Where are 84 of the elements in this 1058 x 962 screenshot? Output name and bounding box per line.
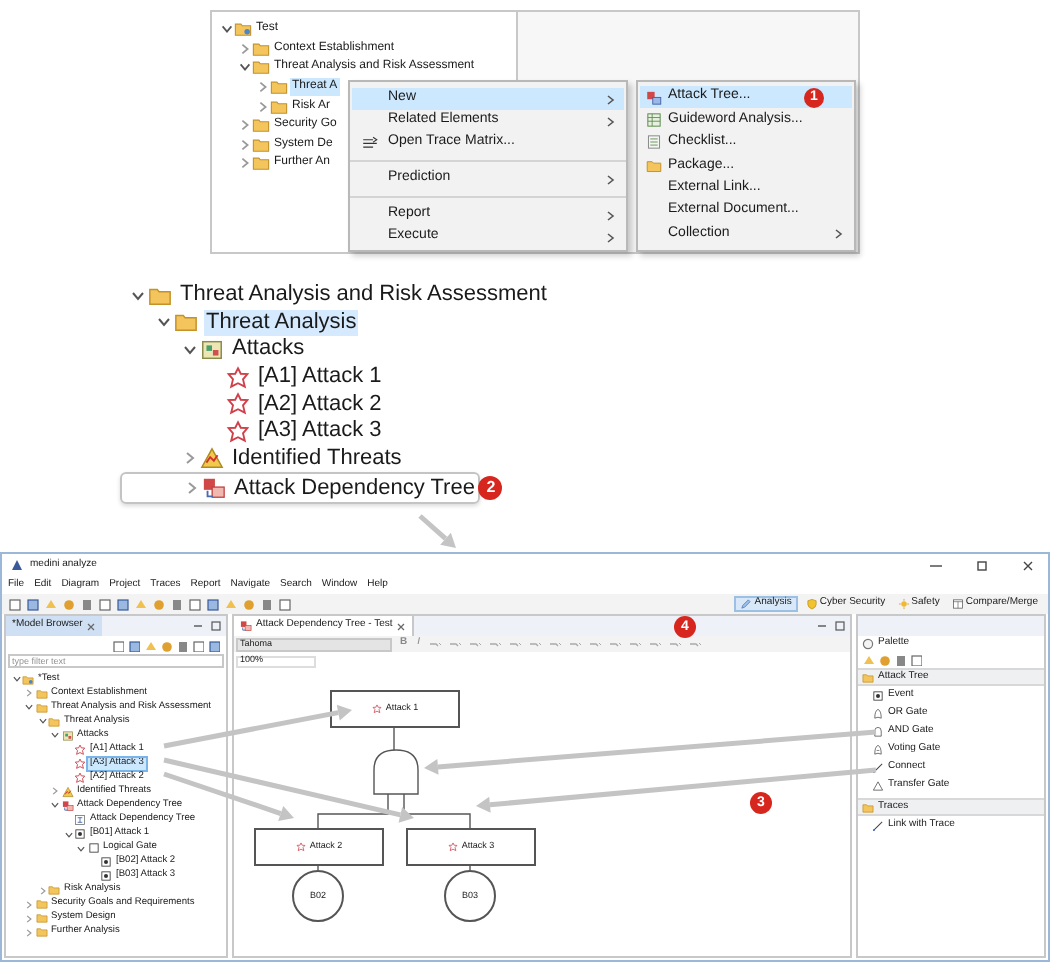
- package-icon: [61, 729, 73, 742]
- voting-gate-icon: [872, 743, 884, 755]
- minimize-icon[interactable]: [928, 559, 944, 571]
- toolbar-icon[interactable]: [548, 638, 563, 650]
- toolbar-icon[interactable]: [588, 638, 603, 650]
- tree-item[interactable]: Identified Threats: [230, 445, 404, 472]
- connect-icon: [872, 761, 884, 773]
- folder-icon: [148, 283, 172, 308]
- toolbar-icon[interactable]: [448, 638, 463, 650]
- pencil-icon: [740, 598, 753, 610]
- shield-icon: [805, 598, 818, 610]
- maximize-icon[interactable]: [834, 620, 846, 632]
- event-icon: [872, 689, 884, 701]
- chevron-icon[interactable]: [37, 716, 47, 727]
- or-gate-icon: [872, 707, 884, 719]
- chevron-icon[interactable]: [129, 287, 145, 304]
- diagram-icon: [202, 476, 226, 501]
- table-icon: [646, 112, 662, 129]
- caret-icon: [832, 228, 844, 241]
- app-icon: [10, 558, 24, 572]
- close-icon[interactable]: [86, 621, 97, 631]
- tree-item[interactable]: [A3] Attack 3: [256, 418, 384, 445]
- toolbar-icon[interactable]: [608, 638, 623, 650]
- folder-icon: [862, 801, 874, 813]
- chevron-icon[interactable]: [50, 800, 60, 811]
- package-icon: [200, 337, 224, 362]
- burst-icon: [295, 842, 306, 852]
- burst-icon: [447, 842, 458, 852]
- chevron-icon[interactable]: [63, 829, 73, 840]
- burst-icon: [226, 392, 250, 417]
- callout-arrow: [418, 514, 456, 548]
- connect-icon: [872, 819, 884, 831]
- palette-icon: [862, 638, 874, 650]
- tree-item[interactable]: Attack Dependency Tree: [232, 475, 477, 502]
- toolbar-icon[interactable]: [468, 638, 483, 650]
- toolbar-icon[interactable]: [508, 638, 523, 650]
- close-icon[interactable]: [1020, 559, 1036, 571]
- chevron-icon[interactable]: [237, 60, 251, 75]
- diagram-icon: [646, 89, 662, 106]
- matrix-icon: [362, 135, 378, 151]
- folder-icon: [646, 157, 662, 174]
- burst-icon: [226, 419, 250, 444]
- triangle-icon: [872, 779, 884, 791]
- toolbar-icon[interactable]: [568, 638, 583, 650]
- tree-item[interactable]: Threat Analysis: [204, 309, 359, 336]
- checklist-icon: [646, 134, 662, 151]
- tree-item[interactable]: Threat Analysis and Risk Assessment: [178, 282, 549, 309]
- event-icon: [74, 828, 86, 841]
- close-icon[interactable]: [396, 621, 407, 631]
- folder-icon: [234, 20, 252, 39]
- warning-icon: [61, 785, 73, 798]
- toolbar-icon[interactable]: [688, 638, 703, 650]
- chevron-icon[interactable]: [11, 674, 21, 685]
- tree-item[interactable]: [A1] Attack 1: [256, 364, 384, 391]
- chevron-icon[interactable]: [219, 22, 233, 37]
- toolbar-icon[interactable]: [488, 638, 503, 650]
- toolbar-icon[interactable]: [648, 638, 663, 650]
- gate-icon: [87, 842, 99, 855]
- toolbar-icon[interactable]: [668, 638, 683, 650]
- chevron-icon[interactable]: [50, 730, 60, 741]
- tree-item[interactable]: [A2] Attack 2: [256, 391, 384, 418]
- toolbar-icon[interactable]: [528, 638, 543, 650]
- number-badge: 2: [478, 476, 503, 501]
- chevron-icon[interactable]: [24, 702, 34, 713]
- minimize-icon[interactable]: [192, 620, 204, 632]
- chevron-icon[interactable]: [76, 843, 86, 854]
- chevron-icon[interactable]: [155, 314, 171, 331]
- chevron-icon[interactable]: [181, 341, 197, 358]
- and-gate-icon: [872, 725, 884, 737]
- minimize-icon[interactable]: [816, 620, 828, 632]
- toolbar-icon[interactable]: [628, 638, 643, 650]
- caret-icon: [604, 173, 616, 185]
- maximize-icon[interactable]: [210, 620, 222, 632]
- maximize-icon[interactable]: [974, 559, 990, 571]
- sun-icon: [897, 598, 910, 610]
- toolbar-icon[interactable]: [428, 638, 443, 650]
- tree-item[interactable]: Attacks: [230, 336, 307, 363]
- folder-icon: [174, 310, 198, 335]
- folder-icon: [862, 671, 874, 683]
- and-gate: [373, 749, 419, 795]
- burst-icon: [226, 365, 250, 390]
- diagram-icon: [240, 620, 252, 632]
- burst-icon: [371, 704, 382, 714]
- warning-icon: [200, 446, 224, 471]
